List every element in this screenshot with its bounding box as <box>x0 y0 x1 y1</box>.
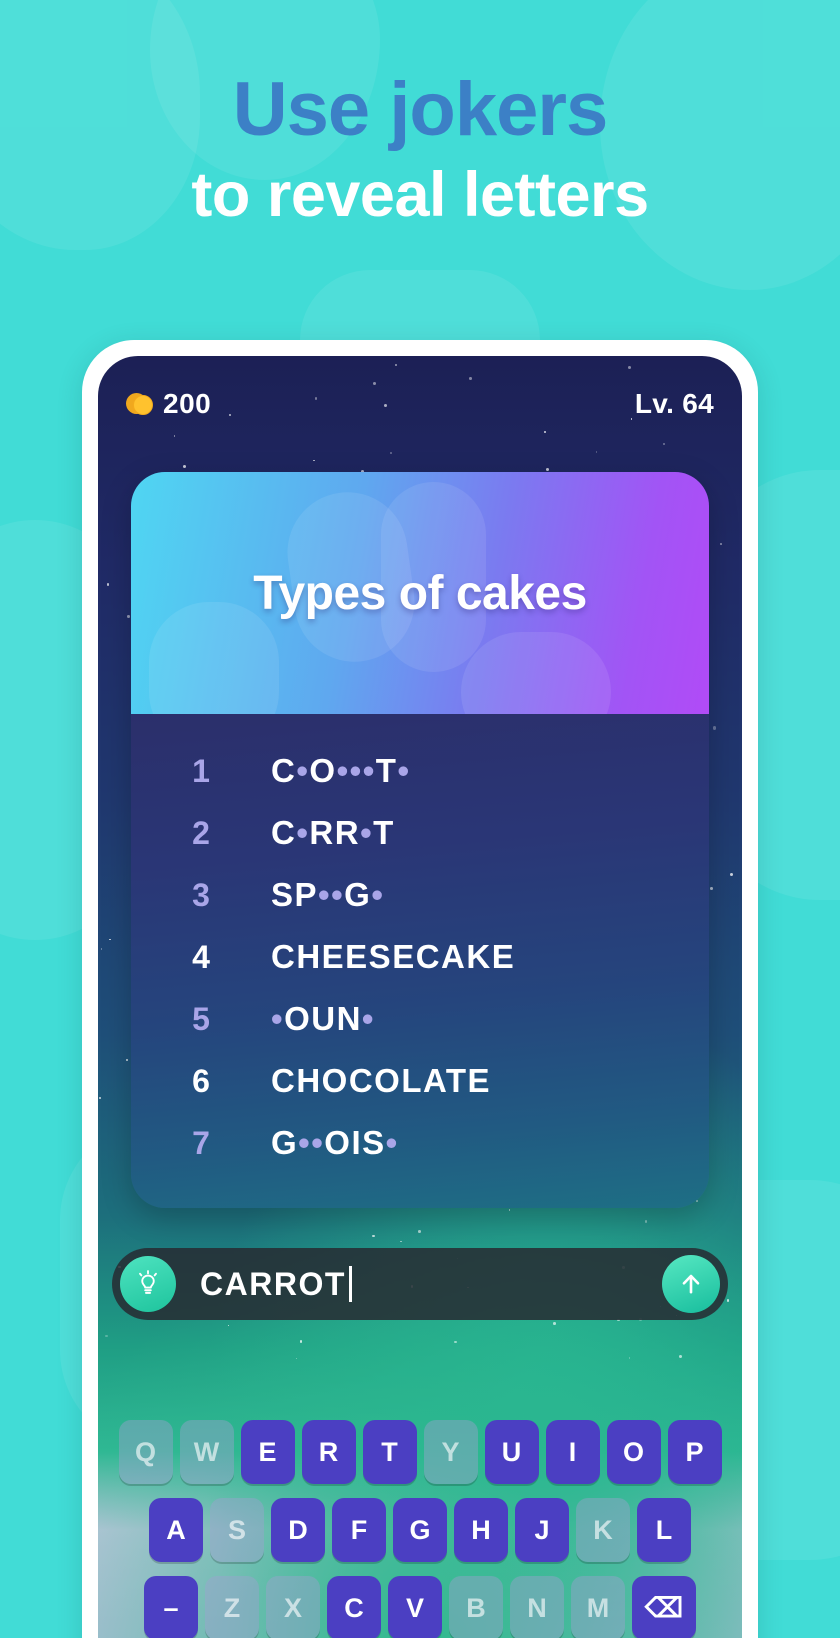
keyboard-key-f[interactable]: F <box>332 1498 386 1562</box>
answer-row: 5 •OUN• <box>131 988 709 1050</box>
answer-number: 5 <box>192 1000 210 1037</box>
answer-word: CHOCOLATE <box>271 1062 492 1099</box>
keyboard-key-c[interactable]: C <box>327 1576 381 1638</box>
keyboard-key-o[interactable]: O <box>606 1420 661 1484</box>
submit-button[interactable] <box>662 1255 720 1313</box>
answer-input-bar[interactable]: CARROT <box>112 1248 728 1320</box>
keyboard-key-x[interactable]: X <box>266 1576 320 1638</box>
puzzle-card: Types of cakes 1 C•O•••T• 2 C•RR•T 3 SP••G• 4 C… <box>131 472 709 1208</box>
keyboard-row-1: QWERTYUIOP <box>104 1420 736 1484</box>
keyboard-key-a[interactable]: A <box>149 1498 203 1562</box>
answer-row: 6 CHOCOLATE <box>131 1050 709 1112</box>
keyboard-key-e[interactable]: E <box>240 1420 295 1484</box>
answer-number: 6 <box>192 1062 210 1099</box>
keyboard-key-w[interactable]: W <box>179 1420 234 1484</box>
keyboard-key-u[interactable]: U <box>484 1420 539 1484</box>
answer-list: 1 C•O•••T• 2 C•RR•T 3 SP••G• 4 CHEESECAKE 5 •OUN•… <box>131 714 709 1208</box>
coin-balance[interactable]: 200 <box>126 388 211 420</box>
keyboard-key-z[interactable]: Z <box>205 1576 259 1638</box>
keyboard-row-3: – Z X C V B N M ⌫ <box>104 1576 736 1638</box>
answer-input-field[interactable]: CARROT <box>176 1266 662 1303</box>
keyboard-key-i[interactable]: I <box>545 1420 600 1484</box>
puzzle-title: Types of cakes <box>253 566 587 620</box>
answer-word: G••OIS• <box>271 1124 399 1161</box>
keyboard-key-k[interactable]: K <box>576 1498 630 1562</box>
keyboard-key-g[interactable]: G <box>393 1498 447 1562</box>
arrow-up-icon <box>682 1274 700 1294</box>
keyboard-key-h[interactable]: H <box>454 1498 508 1562</box>
answer-number: 7 <box>192 1124 210 1161</box>
headline-line-1: Use jokers <box>232 67 608 152</box>
hint-button[interactable] <box>120 1256 176 1312</box>
answer-number: 2 <box>192 814 210 851</box>
keyboard-key-l[interactable]: L <box>637 1498 691 1562</box>
text-caret <box>348 1266 352 1302</box>
game-status-bar: 200 Lv. 64 <box>98 382 742 426</box>
puzzle-card-header: Types of cakes <box>131 472 709 714</box>
keyboard-key-–[interactable]: – <box>144 1576 198 1638</box>
promo-screenshot: Use jokers to reveal letters 200 Lv. 64 <box>0 0 840 1638</box>
keyboard-key-v[interactable]: V <box>388 1576 442 1638</box>
answer-word: CHEESECAKE <box>271 938 516 975</box>
answer-row: 1 C•O•••T• <box>131 740 709 802</box>
keyboard-key-p[interactable]: P <box>667 1420 722 1484</box>
answer-word: •OUN• <box>271 1000 375 1037</box>
coin-icon <box>126 391 153 417</box>
on-screen-keyboard[interactable]: QWERTYUIOP ASDFGHJKL – Z X C V B N M ⌫ <box>98 1406 742 1638</box>
answer-row: 7 G••OIS• <box>131 1112 709 1174</box>
headline-line-2: to reveal letters <box>191 159 649 230</box>
keyboard-key-y[interactable]: Y <box>423 1420 478 1484</box>
keyboard-key-r[interactable]: R <box>301 1420 356 1484</box>
level-indicator: Lv. 64 <box>634 388 714 419</box>
keyboard-key-s[interactable]: S <box>210 1498 264 1562</box>
lightbulb-icon <box>139 1270 157 1294</box>
keyboard-key-t[interactable]: T <box>362 1420 417 1484</box>
keyboard-key-m[interactable]: M <box>571 1576 625 1638</box>
answer-number: 4 <box>192 938 210 975</box>
answer-number: 3 <box>192 876 210 913</box>
keyboard-key-j[interactable]: J <box>515 1498 569 1562</box>
promo-headline: Use jokers to reveal letters <box>0 70 840 233</box>
phone-screen: 200 Lv. 64 Types of cakes 1 C•O•••T• 2 C•RR… <box>98 356 742 1638</box>
answer-word: SP••G• <box>271 876 385 913</box>
answer-word: C•RR•T <box>271 814 395 851</box>
typed-value: CARROT <box>200 1265 346 1302</box>
keyboard-key-n[interactable]: N <box>510 1576 564 1638</box>
backspace-key[interactable]: ⌫ <box>632 1576 696 1638</box>
keyboard-key-b[interactable]: B <box>449 1576 503 1638</box>
phone-mockup: 200 Lv. 64 Types of cakes 1 C•O•••T• 2 C•RR… <box>82 340 758 1638</box>
answer-row: 4 CHEESECAKE <box>131 926 709 988</box>
answer-number: 1 <box>192 752 210 789</box>
keyboard-row-2: ASDFGHJKL <box>104 1498 736 1562</box>
keyboard-key-q[interactable]: Q <box>118 1420 173 1484</box>
answer-row: 3 SP••G• <box>131 864 709 926</box>
answer-row: 2 C•RR•T <box>131 802 709 864</box>
coin-count: 200 <box>163 388 212 419</box>
answer-word: C•O•••T• <box>271 752 411 789</box>
keyboard-key-d[interactable]: D <box>271 1498 325 1562</box>
